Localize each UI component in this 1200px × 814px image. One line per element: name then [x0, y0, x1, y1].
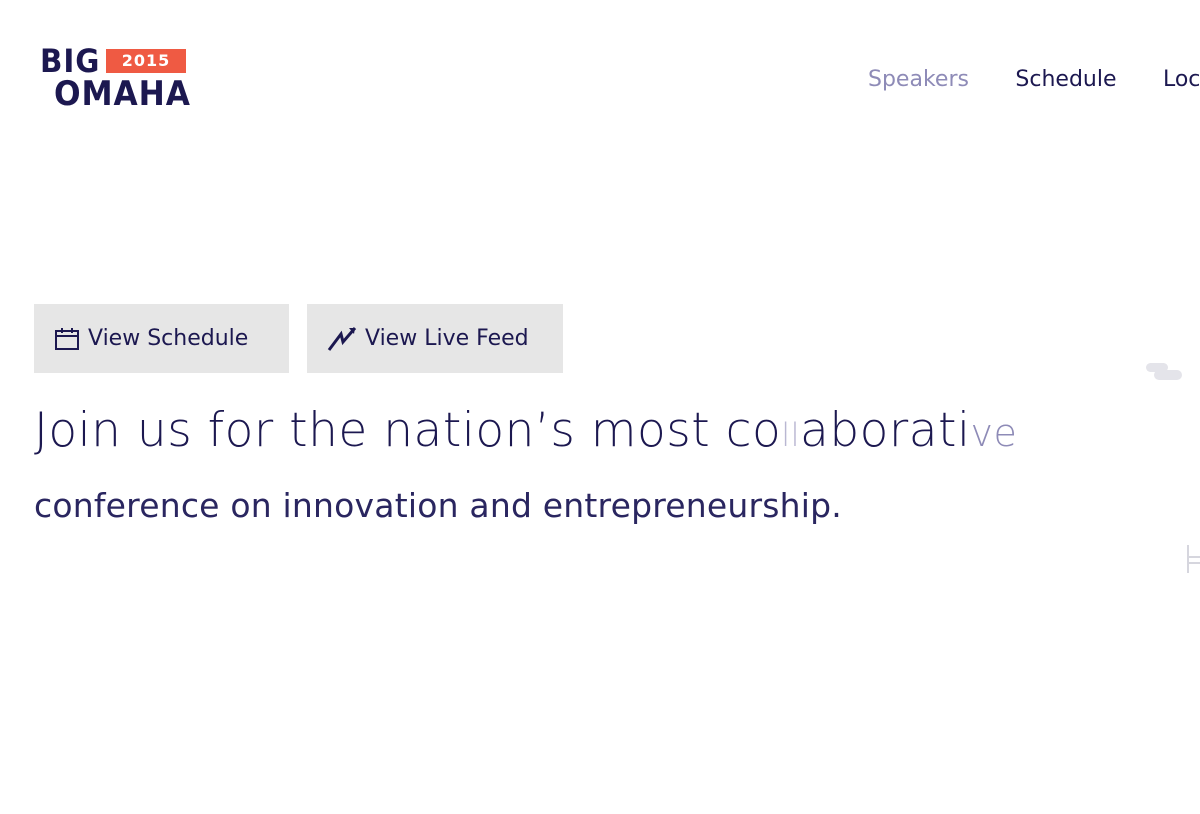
hero-headline-faded-l2: l [790, 416, 801, 454]
hero-headline-faded-v: v [970, 411, 994, 455]
hero-headline-faded-l1: l [781, 416, 791, 454]
calendar-icon [55, 327, 79, 350]
site-logo[interactable]: BIG 2015 OMAHA [40, 44, 210, 116]
view-live-feed-label: View Live Feed [365, 326, 529, 351]
lightning-icon [327, 326, 357, 351]
logo-big-text: BIG [40, 42, 101, 80]
partial-ladder-icon [1187, 545, 1200, 573]
hero-headline-part-a: Join us for the nation’s most co [34, 403, 782, 458]
main-nav: Speakers Schedule Loca [868, 64, 1200, 96]
cloud-icon [1146, 363, 1182, 380]
hero-headline-part-b: aborati [800, 403, 971, 458]
logo-omaha-text: OMAHA [54, 74, 191, 114]
nav-item-schedule[interactable]: Schedule [1015, 64, 1116, 96]
view-schedule-label: View Schedule [88, 326, 249, 351]
nav-item-speakers[interactable]: Speakers [868, 64, 969, 96]
hero-headline-part-c: e [993, 411, 1018, 455]
hero-headline: Join us for the nation’s most collaborat… [34, 398, 1017, 468]
view-schedule-button[interactable]: View Schedule [34, 304, 289, 373]
view-live-feed-button[interactable]: View Live Feed [307, 304, 563, 373]
logo-year-badge: 2015 [106, 49, 186, 73]
hero-subheadline: conference on innovation and entrepreneu… [34, 486, 842, 525]
nav-item-location[interactable]: Loca [1163, 64, 1200, 96]
